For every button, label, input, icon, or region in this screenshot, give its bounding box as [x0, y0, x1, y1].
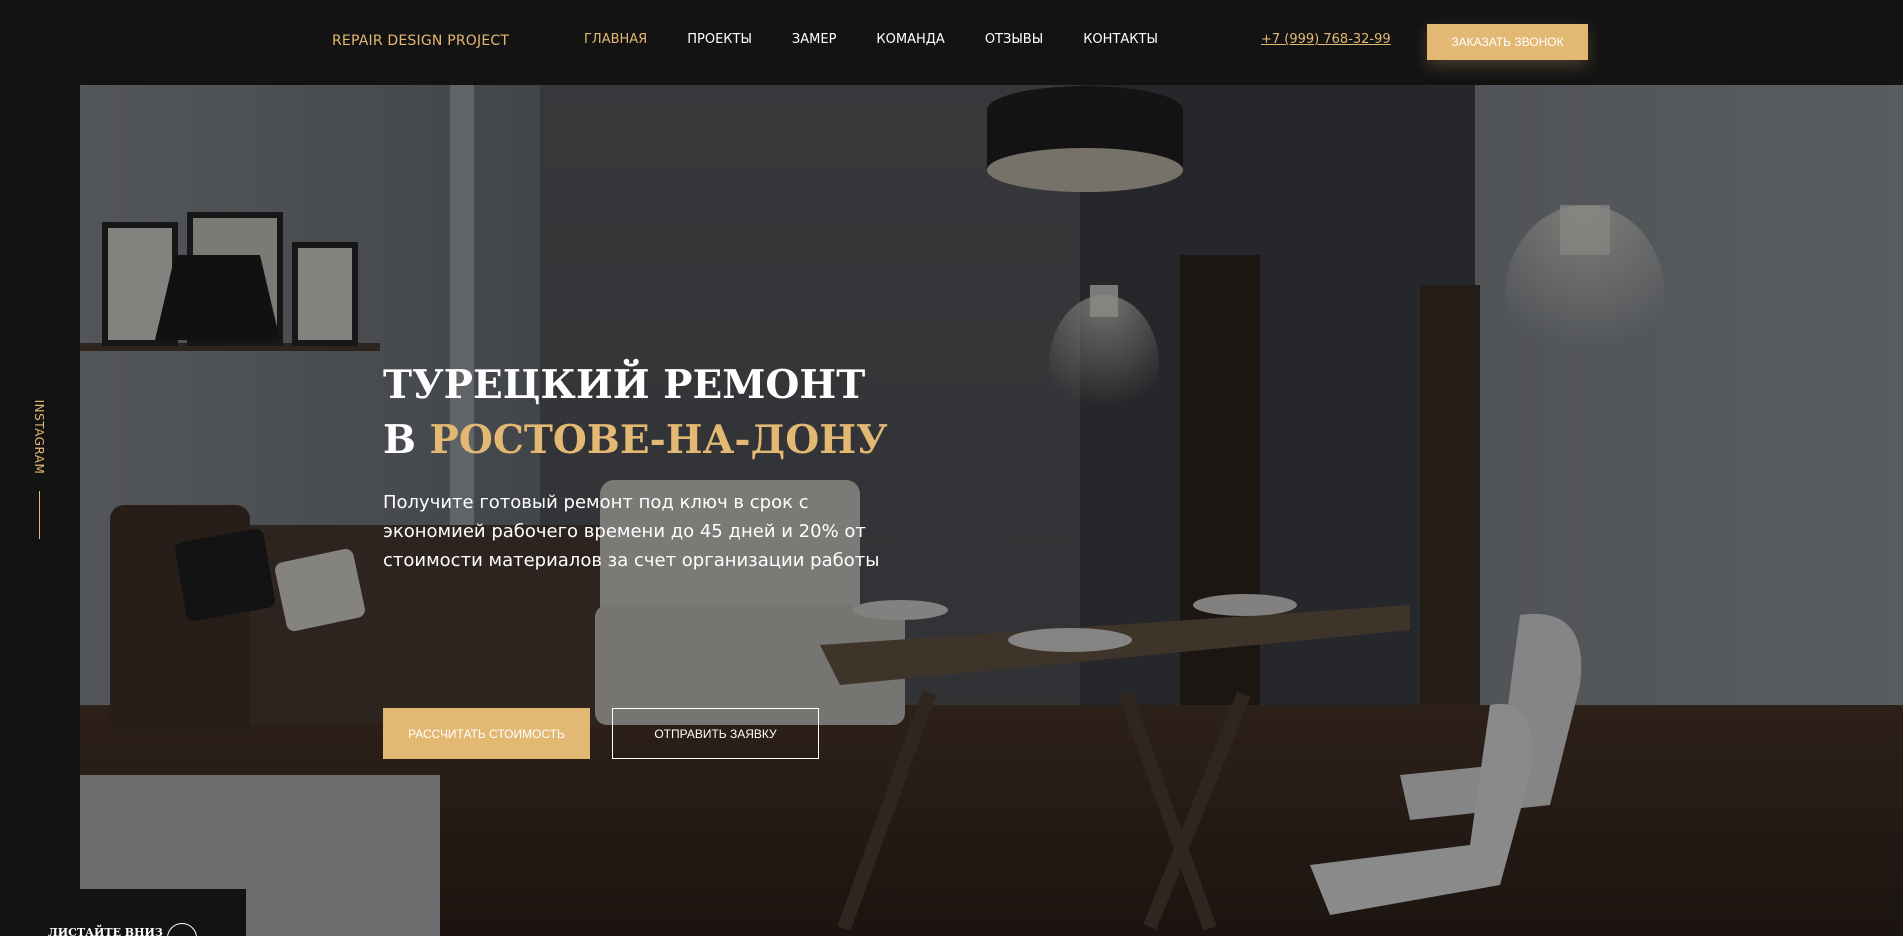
instagram-link[interactable]: INSTAGRAM	[31, 396, 47, 476]
logo[interactable]: REPAIR DESIGN PROJECT	[332, 33, 509, 49]
hero-subtitle: Получите готовый ремонт под ключ в срок …	[383, 492, 880, 571]
scroll-down-label[interactable]: ЛИСТАЙТЕ ВНИЗ	[48, 926, 163, 936]
hero-section: ТУРЕЦКИЙ РЕМОНТ В РОСТОВЕ-НА-ДОНУ Получи…	[80, 85, 1903, 936]
site-header: REPAIR DESIGN PROJECT ГЛАВНАЯ ПРОЕКТЫ ЗА…	[0, 0, 1903, 85]
nav-item-contacts[interactable]: КОНТАКТЫ	[1083, 32, 1158, 47]
calculate-cost-button[interactable]: РАССЧИТАТЬ СТОИМОСТЬ	[383, 708, 590, 759]
phone-link[interactable]: +7 (999) 768-32-99	[1261, 32, 1391, 47]
hero-content: ТУРЕЦКИЙ РЕМОНТ В РОСТОВЕ-НА-ДОНУ Получи…	[383, 358, 943, 759]
nav-item-home[interactable]: ГЛАВНАЯ	[584, 32, 647, 47]
send-request-button[interactable]: ОТПРАВИТЬ ЗАЯВКУ	[612, 708, 819, 759]
instagram-label: INSTAGRAM	[32, 399, 46, 475]
hero-title-line1: ТУРЕЦКИЙ РЕМОНТ	[383, 362, 866, 408]
nav-item-team[interactable]: КОМАНДА	[876, 32, 944, 47]
hero-title: ТУРЕЦКИЙ РЕМОНТ В РОСТОВЕ-НА-ДОНУ	[383, 358, 943, 468]
page: REPAIR DESIGN PROJECT ГЛАВНАЯ ПРОЕКТЫ ЗА…	[0, 0, 1903, 936]
hero-title-prefix: В	[383, 417, 416, 463]
callback-button[interactable]: ЗАКАЗАТЬ ЗВОНОК	[1427, 24, 1588, 60]
hero-buttons: РАССЧИТАТЬ СТОИМОСТЬ ОТПРАВИТЬ ЗАЯВКУ	[383, 708, 819, 759]
main-nav: ГЛАВНАЯ ПРОЕКТЫ ЗАМЕР КОМАНДА ОТЗЫВЫ КОН…	[584, 32, 1198, 47]
hero-title-city: РОСТОВЕ-НА-ДОНУ	[429, 417, 888, 463]
nav-item-measure[interactable]: ЗАМЕР	[792, 32, 837, 47]
instagram-divider	[39, 491, 40, 539]
nav-item-projects[interactable]: ПРОЕКТЫ	[687, 32, 752, 47]
hero-overlay	[80, 85, 1903, 936]
nav-item-reviews[interactable]: ОТЗЫВЫ	[985, 32, 1043, 47]
